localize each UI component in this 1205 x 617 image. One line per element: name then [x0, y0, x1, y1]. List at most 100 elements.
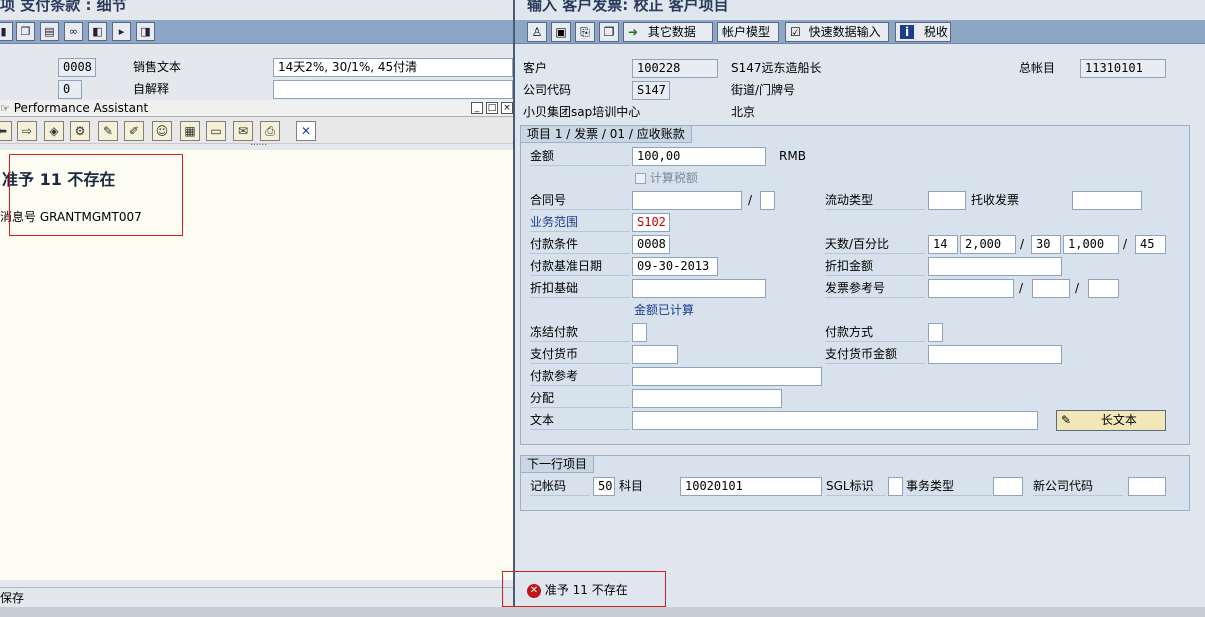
first-icon[interactable]: ◧: [88, 22, 107, 41]
fast-entry-button[interactable]: ☑ 快速数据输入: [785, 22, 889, 42]
payment-terms-field[interactable]: 0008: [58, 58, 96, 77]
new-company-code-field[interactable]: [1128, 477, 1166, 496]
account-field[interactable]: 10020101: [680, 477, 822, 496]
performance-assistant-title: Performance Assistant: [13, 101, 149, 115]
splitter-dots[interactable]: ......: [250, 138, 267, 148]
assignment-label: 分配: [530, 389, 630, 408]
highlight-icon[interactable]: ✐: [124, 121, 144, 141]
sales-text-label: 销售文本: [133, 60, 182, 74]
performance-assistant-body: 准予 11 不存在 消息号 GRANTMGMT007: [0, 150, 513, 580]
sgl-field[interactable]: [888, 477, 903, 496]
left-status-text: 保存: [0, 591, 25, 605]
technical-info-icon[interactable]: ⚙: [70, 121, 90, 141]
baseline-date-field[interactable]: 09-30-2013: [632, 257, 718, 276]
customer-name: S147远东造船长: [731, 61, 822, 75]
long-text-button[interactable]: ✎ 长文本: [1056, 410, 1166, 431]
explanation-label: 自解释: [133, 82, 170, 96]
close-icon[interactable]: ×: [501, 102, 513, 114]
invoice-ref-field[interactable]: [928, 279, 1014, 298]
new-company-code-label: 新公司代码: [1033, 477, 1123, 496]
discount-base-field[interactable]: [632, 279, 766, 298]
book-icon[interactable]: ◈: [44, 121, 64, 141]
status-message: 准予 11 不存在: [544, 583, 628, 597]
left-window-title: 项 支付条款 : 细节: [0, 0, 127, 14]
contract-type-field[interactable]: [760, 191, 775, 210]
table-icon[interactable]: ▦: [180, 121, 200, 141]
business-area-label: 业务范围: [530, 213, 630, 232]
business-area-field[interactable]: S102: [632, 213, 670, 232]
payment-ref-label: 付款参考: [530, 367, 630, 386]
days1-field[interactable]: 14: [928, 235, 958, 254]
tax-button[interactable]: i 税收: [895, 22, 951, 42]
payment-currency-label: 支付货币: [530, 345, 630, 364]
gl-account-field[interactable]: 11310101: [1080, 59, 1166, 78]
percent2-field[interactable]: 1,000: [1063, 235, 1119, 254]
percent1-field[interactable]: 2,000: [960, 235, 1016, 254]
back-icon[interactable]: ⬅: [0, 121, 12, 141]
baseline-date-label: 付款基准日期: [530, 257, 630, 276]
person-icon[interactable]: ♙: [527, 22, 547, 42]
fast-entry-icon: ☑: [790, 25, 801, 39]
amount-calculated-text: 金额已计算: [634, 303, 695, 317]
other-data-button[interactable]: ➜ 其它数据: [623, 22, 713, 42]
transaction-type-label: 事务类型: [906, 477, 992, 496]
calc-tax-checkbox[interactable]: [635, 173, 646, 184]
text-field[interactable]: [632, 411, 1038, 430]
bill-collect-label: 托收发票: [971, 193, 1020, 207]
payment-ref-field[interactable]: [632, 367, 822, 386]
sales-text-field[interactable]: 14天2%, 30/1%, 45付清: [273, 58, 513, 77]
link-icon[interactable]: ∞: [64, 22, 83, 41]
last-icon[interactable]: ◨: [136, 22, 155, 41]
payment-currency-amount-field[interactable]: [928, 345, 1062, 364]
payment-method-label: 付款方式: [825, 323, 925, 342]
days-separator-2: /: [1123, 237, 1128, 251]
account-model-button[interactable]: 帐户模型: [717, 22, 779, 42]
payment-method-field[interactable]: [928, 323, 943, 342]
sgl-label: SGL标识: [826, 477, 886, 496]
edit-icon[interactable]: ✎: [98, 121, 118, 141]
item-group: 项目 1 / 发票 / 01 / 应收账款 金额 100,00 RMB 计算税额…: [520, 125, 1190, 445]
invoice-ref-year-field[interactable]: [1032, 279, 1070, 298]
next-line-group-title: 下一行项目: [521, 456, 595, 473]
amount-field[interactable]: 100,00: [632, 147, 766, 166]
discount-amount-field[interactable]: [928, 257, 1062, 276]
company-code-field[interactable]: S147: [632, 81, 670, 100]
invoice-ref-separator-1: /: [1019, 281, 1024, 295]
info-icon: i: [900, 25, 914, 39]
cancel-icon[interactable]: ✕: [296, 121, 316, 141]
copy-icon[interactable]: ❐: [16, 22, 35, 41]
days3-field[interactable]: 45: [1135, 235, 1166, 254]
left-toolbar: ▮ ❐ ▤ ∞ ◧ ▸ ◨: [0, 20, 513, 44]
save-icon[interactable]: ▤: [40, 22, 59, 41]
bill-collect-field[interactable]: [1072, 191, 1142, 210]
simulate-icon[interactable]: ⎘: [575, 22, 595, 42]
minimize-icon[interactable]: _: [471, 102, 483, 114]
pencil-icon: ✎: [1061, 413, 1072, 427]
item-group-title: 项目 1 / 发票 / 01 / 应收账款: [521, 126, 692, 143]
maximize-icon[interactable]: □: [486, 102, 498, 114]
posting-key-field[interactable]: 50: [593, 477, 615, 496]
days2-field[interactable]: 30: [1031, 235, 1061, 254]
status-message-row[interactable]: ✕ 准予 11 不存在: [527, 581, 628, 598]
calc-tax-row[interactable]: 计算税额: [635, 169, 698, 187]
payment-currency-field[interactable]: [632, 345, 678, 364]
doc-icon[interactable]: ▣: [551, 22, 571, 42]
account-label: 科目: [619, 479, 644, 493]
forward-icon[interactable]: ⇨: [17, 121, 37, 141]
copy-doc-icon[interactable]: ❐: [599, 22, 619, 42]
payment-terms-input[interactable]: 0008: [632, 235, 670, 254]
contract-field[interactable]: [632, 191, 742, 210]
user-icon[interactable]: ☺: [152, 121, 172, 141]
transaction-type-field[interactable]: [993, 477, 1023, 496]
payment-block-field[interactable]: [632, 323, 647, 342]
next-line-group: 下一行项目 记帐码 50 科目 10020101 SGL标识 事务类型 新公司代…: [520, 455, 1190, 511]
flow-type-field[interactable]: [928, 191, 966, 210]
explanation-text-field[interactable]: [273, 80, 513, 99]
assignment-field[interactable]: [632, 389, 782, 408]
window-icon[interactable]: ▭: [206, 121, 226, 141]
invoice-ref-item-field[interactable]: [1088, 279, 1119, 298]
display-icon[interactable]: ▮: [0, 22, 13, 41]
explanation-field[interactable]: 0: [58, 80, 82, 99]
customer-field[interactable]: 100228: [632, 59, 718, 78]
next-icon[interactable]: ▸: [112, 22, 131, 41]
